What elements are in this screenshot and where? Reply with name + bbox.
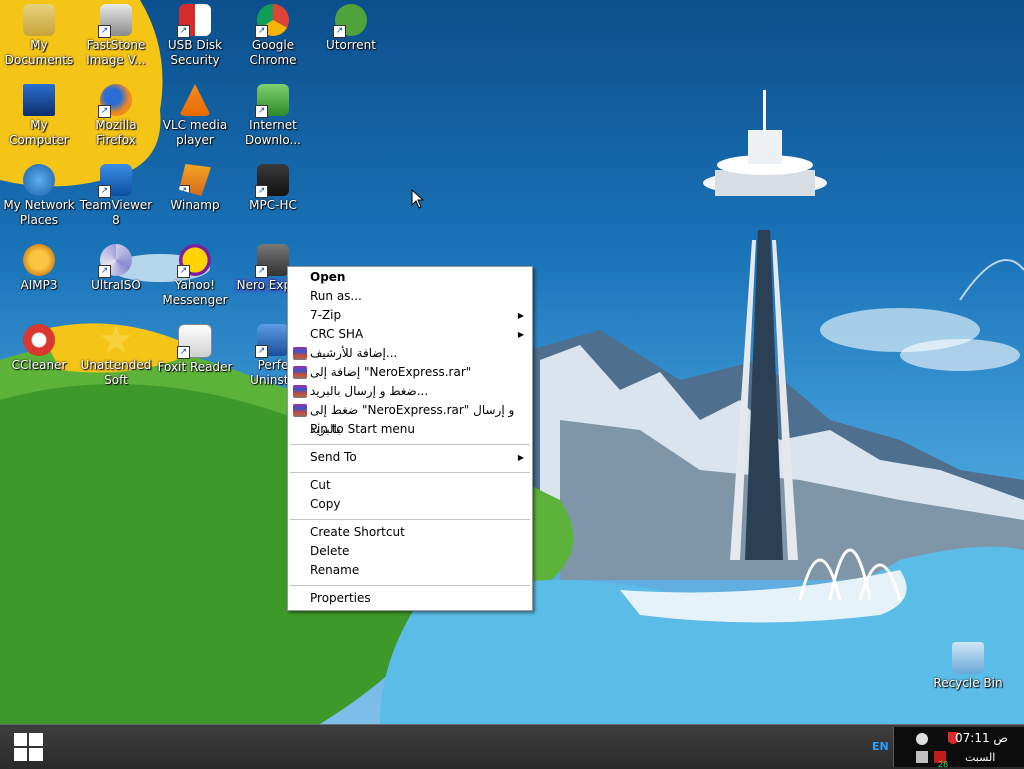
desktop-icon-utorrent[interactable]: ↗ Utorrent [312, 4, 390, 53]
aimp-icon [23, 244, 55, 276]
teamviewer-icon: ↗ [98, 164, 132, 198]
mpc-hc-icon: ↗ [255, 164, 289, 198]
ultraiso-icon: ↗ [98, 244, 132, 278]
desktop-icon-ccleaner[interactable]: CCleaner [0, 324, 78, 373]
menu-item-rar-compress-email[interactable]: ضغط و إرسال بالبريد... [290, 382, 530, 401]
submenu-arrow-icon: ▶ [517, 330, 524, 339]
desktop[interactable]: My Documents ↗ FastStone Image V... ↗ US… [0, 0, 1024, 724]
menu-item-pin-start[interactable]: Pin to Start menu [290, 420, 530, 439]
winrar-icon [293, 347, 307, 360]
clock-day: السبت [965, 751, 996, 764]
desktop-icon-my-documents[interactable]: My Documents [0, 4, 78, 68]
desktop-icon-mpc-hc[interactable]: ↗ MPC-HC [234, 164, 312, 213]
desktop-icon-google-chrome[interactable]: ↗ Google Chrome [234, 4, 312, 68]
menu-item-delete[interactable]: Delete [290, 542, 530, 561]
desktop-icon-winamp[interactable]: ↗ Winamp [156, 164, 234, 213]
menu-item-rar-add-archive[interactable]: إضافة للأرشيف... [290, 344, 530, 363]
desktop-icon-unattended-soft[interactable]: Unattended Soft [77, 324, 155, 388]
menu-separator [290, 585, 530, 586]
menu-item-rename[interactable]: Rename [290, 561, 530, 580]
desktop-icon-teamviewer[interactable]: ↗ TeamViewer 8 [77, 164, 155, 228]
taskbar: EN 28 07:11 ص السبت [0, 724, 1024, 769]
usb-disk-security-icon: ↗ [177, 4, 211, 38]
desktop-icon-vlc[interactable]: VLC media player [156, 84, 234, 148]
star-icon [100, 324, 132, 354]
menu-item-run-as[interactable]: Run as... [290, 287, 530, 306]
nero-icon: ↗ [255, 244, 289, 278]
start-button[interactable] [4, 729, 54, 765]
computer-icon [23, 84, 55, 116]
winrar-icon [293, 366, 307, 379]
desktop-icon-usb-disk-security[interactable]: ↗ USB Disk Security [156, 4, 234, 68]
menu-item-properties[interactable]: Properties [290, 589, 530, 608]
firefox-icon: ↗ [98, 84, 132, 118]
utorrent-icon: ↗ [333, 4, 367, 38]
desktop-icon-foxit-reader[interactable]: ↗ Foxit Reader [156, 324, 234, 375]
desktop-icon-recycle-bin[interactable]: Recycle Bin [928, 642, 1008, 691]
winamp-icon: ↗ [179, 164, 211, 196]
menu-item-crc-sha[interactable]: CRC SHA ▶ [290, 325, 530, 344]
desktop-icon-ultraiso[interactable]: ↗ UltraISO [77, 244, 155, 293]
recycle-bin-icon [952, 642, 984, 674]
keyboard-tray-icon[interactable] [916, 751, 928, 763]
desktop-icon-mozilla-firefox[interactable]: ↗ Mozilla Firefox [77, 84, 155, 148]
foxit-icon: ↗ [177, 324, 212, 359]
mouse-cursor-icon [411, 189, 425, 209]
network-icon [23, 164, 55, 196]
yahoo-messenger-icon: ↗ [177, 244, 211, 278]
chrome-icon: ↗ [255, 4, 289, 38]
system-tray: 28 07:11 ص السبت [893, 727, 1024, 769]
context-menu: Open Run as... 7-Zip ▶ CRC SHA ▶ إضافة للأ… [287, 266, 533, 611]
menu-item-cut[interactable]: Cut [290, 476, 530, 495]
uninstaller-icon: ↗ [255, 324, 289, 358]
desktop-icon-yahoo-messenger[interactable]: ↗ Yahoo! Messenger [156, 244, 234, 308]
submenu-arrow-icon: ▶ [517, 311, 524, 320]
language-indicator[interactable]: EN [872, 740, 889, 753]
menu-separator [290, 444, 530, 445]
menu-item-send-to[interactable]: Send To ▶ [290, 448, 530, 467]
menu-item-create-shortcut[interactable]: Create Shortcut [290, 523, 530, 542]
menu-separator [290, 472, 530, 473]
desktop-icon-my-network-places[interactable]: My Network Places [0, 164, 78, 228]
idm-icon: ↗ [255, 84, 289, 118]
winrar-icon [293, 404, 307, 417]
desktop-icon-aimp3[interactable]: AIMP3 [0, 244, 78, 293]
menu-item-open[interactable]: Open [290, 268, 530, 287]
menu-item-rar-add-named[interactable]: إضافة إلى "NeroExpress.rar" [290, 363, 530, 382]
network-tray-icon[interactable] [916, 733, 928, 745]
vlc-icon [179, 84, 211, 116]
submenu-arrow-icon: ▶ [517, 453, 524, 462]
menu-separator [290, 519, 530, 520]
desktop-icon-internet-download-manager[interactable]: ↗ Internet Downlo... [234, 84, 312, 148]
winrar-icon [293, 385, 307, 398]
menu-item-7zip[interactable]: 7-Zip ▶ [290, 306, 530, 325]
folder-icon [23, 4, 55, 36]
windows-logo-icon [14, 733, 43, 761]
menu-item-rar-compress-named-email[interactable]: ضغط إلى "NeroExpress.rar" و إرسال بالبري… [290, 401, 530, 436]
desktop-icon-my-computer[interactable]: My Computer [0, 84, 78, 148]
clock-time[interactable]: 07:11 ص [955, 731, 1008, 745]
faststone-icon: ↗ [98, 4, 132, 38]
menu-item-copy[interactable]: Copy [290, 495, 530, 514]
ccleaner-icon [23, 324, 55, 356]
desktop-icon-faststone[interactable]: ↗ FastStone Image V... [77, 4, 155, 68]
